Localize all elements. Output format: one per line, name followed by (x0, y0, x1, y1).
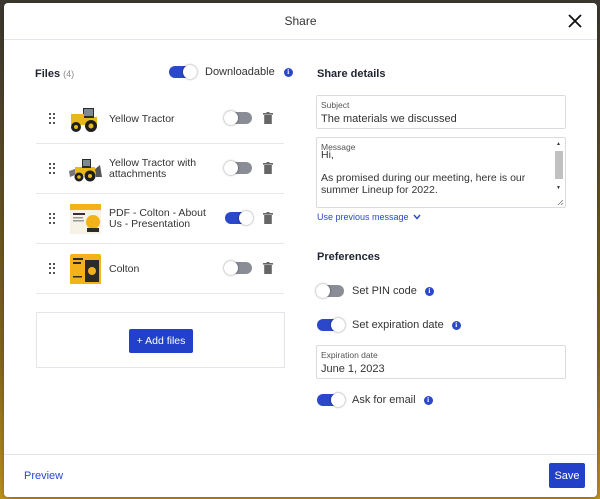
file-row: Colton (36, 244, 284, 294)
resize-grip-icon[interactable] (557, 199, 564, 206)
downloadable-toggle[interactable] (169, 65, 197, 79)
preferences-heading: Preferences (317, 251, 380, 263)
trash-icon[interactable] (263, 212, 273, 224)
expiration-date-field[interactable]: Expiration date June 1, 2023 (316, 345, 566, 379)
downloadable-setting: Downloadable i (169, 65, 293, 79)
pdf-presentation-thumbnail (69, 204, 102, 234)
share-details-heading: Share details (317, 68, 386, 80)
file-row: PDF - Colton - About Us - Presentation (36, 194, 284, 244)
file-name: PDF - Colton - About Us - Presentation (109, 207, 206, 230)
file-share-toggle[interactable] (224, 111, 252, 125)
add-files-button[interactable]: + Add files (129, 329, 193, 353)
file-list: Yellow Tractor Yellow Tractor with attac… (36, 94, 284, 294)
drag-handle-icon[interactable] (49, 113, 55, 124)
pin-code-label: Set PIN code (352, 285, 417, 297)
pin-code-setting: Set PIN code i (316, 284, 434, 298)
expiration-date-label: Expiration date (321, 350, 378, 360)
drag-handle-icon[interactable] (49, 163, 55, 174)
trash-icon[interactable] (263, 112, 273, 124)
subject-value: The materials we discussed (321, 113, 457, 125)
expiration-setting: Set expiration date i (317, 318, 461, 332)
file-name: Yellow Tractor with attachments (109, 157, 197, 180)
subject-label: Subject (321, 100, 350, 110)
close-icon (568, 14, 582, 28)
tractor-attachments-thumbnail (69, 154, 102, 184)
info-icon[interactable]: i (424, 286, 434, 296)
modal-header: Share (4, 3, 597, 40)
downloadable-label: Downloadable (205, 66, 275, 78)
file-name: Colton (109, 263, 140, 275)
info-icon[interactable]: i (283, 67, 293, 77)
save-button[interactable]: Save (549, 463, 585, 488)
modal-title: Share (284, 14, 317, 28)
file-share-toggle[interactable] (224, 261, 252, 275)
drag-handle-icon[interactable] (49, 213, 55, 224)
info-icon[interactable]: i (451, 320, 461, 330)
add-files-area: + Add files (36, 312, 285, 368)
ask-email-toggle[interactable] (317, 393, 345, 407)
drag-handle-icon[interactable] (49, 263, 55, 274)
files-heading: Files (4) (35, 68, 75, 80)
ask-email-label: Ask for email (352, 394, 416, 406)
expiration-toggle[interactable] (317, 318, 345, 332)
message-field[interactable]: Message Hi, As promised during our meeti… (316, 137, 566, 208)
expiration-label: Set expiration date (352, 319, 444, 331)
chevron-down-icon (413, 214, 421, 220)
preview-link[interactable]: Preview (24, 470, 63, 482)
file-row: Yellow Tractor (36, 94, 284, 144)
colton-brochure-thumbnail (69, 254, 102, 284)
use-previous-message-link[interactable]: Use previous message (317, 212, 421, 222)
message-value: Hi, As promised during our meeting, here… (321, 149, 526, 196)
info-icon[interactable]: i (423, 395, 433, 405)
close-button[interactable] (565, 11, 585, 31)
file-row: Yellow Tractor with attachments (36, 144, 284, 194)
expiration-date-value: June 1, 2023 (321, 363, 385, 375)
subject-field[interactable]: Subject The materials we discussed (316, 95, 566, 129)
share-modal: Share Files (4) Downloadable i Yellow Tr… (4, 3, 597, 497)
file-share-toggle[interactable] (225, 211, 253, 225)
trash-icon[interactable] (263, 262, 273, 274)
file-share-toggle[interactable] (224, 161, 252, 175)
tractor-thumbnail (69, 104, 102, 134)
modal-footer: Preview Save (4, 454, 597, 497)
ask-email-setting: Ask for email i (317, 393, 433, 407)
files-count: (4) (63, 69, 75, 79)
modal-body: Files (4) Downloadable i Yellow Tractor … (4, 40, 597, 454)
trash-icon[interactable] (263, 162, 273, 174)
message-scrollbar[interactable]: ▲ ▼ (555, 141, 563, 205)
file-name: Yellow Tractor (109, 113, 175, 125)
pin-code-toggle[interactable] (316, 284, 344, 298)
